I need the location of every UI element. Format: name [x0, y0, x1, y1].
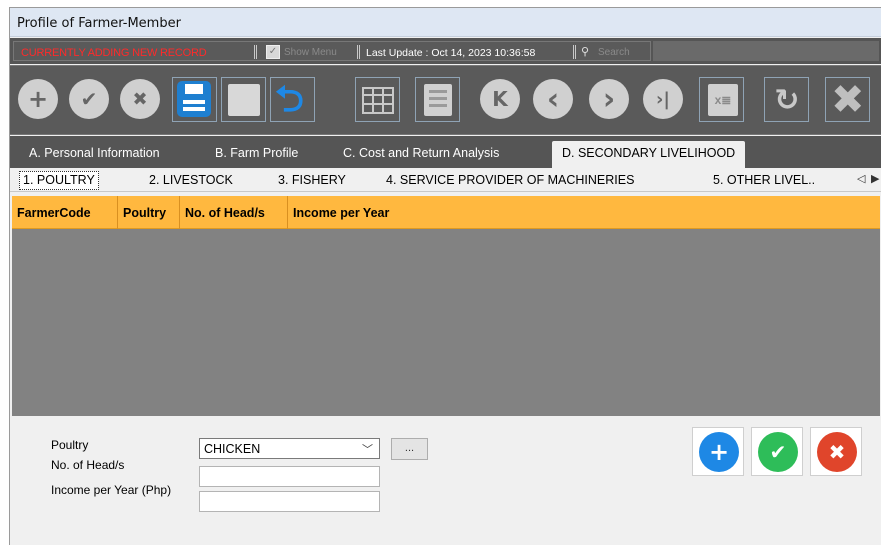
income-input[interactable] [199, 491, 380, 512]
window-title: Profile of Farmer-Member [17, 16, 181, 31]
last-update-label: Last Update : Oct 14, 2023 10:36:58 [366, 47, 536, 59]
cancel-entry-button[interactable]: ✖ [810, 427, 862, 476]
next-record-button[interactable]: › [587, 77, 632, 122]
toolbar: + ✔ ✖ ⮌ K ‹ › ›| x≣ ↻ ✖ [10, 65, 881, 135]
poultry-label: Poultry [51, 438, 89, 452]
form-icon [424, 84, 452, 116]
title-bar: Profile of Farmer-Member [10, 8, 881, 37]
separator [254, 45, 257, 59]
floppy-disk-icon [177, 81, 211, 117]
chevron-right-icon: › [589, 79, 629, 119]
tab-scroll-left-icon[interactable]: ◁ [857, 172, 865, 185]
income-label: Income per Year (Php) [51, 483, 172, 497]
chevron-down-icon[interactable]: ﹀ [362, 441, 373, 457]
last-arrow-icon: ›| [643, 79, 683, 119]
status-panel: CURRENTLY ADDING NEW RECORD ✓ Show Menu … [13, 41, 651, 61]
show-menu-label[interactable]: Show Menu [284, 47, 337, 58]
return-arrow-icon: ⮌ [275, 79, 304, 120]
excel-icon: x≣ [708, 84, 738, 116]
record-mode-label: CURRENTLY ADDING NEW RECORD [21, 47, 207, 59]
livelihood-subtabs: 1. POULTRY 2. LIVESTOCK 3. FISHERY 4. SE… [10, 168, 881, 192]
grid-header: FarmerCode Poultry No. of Head/s Income … [12, 196, 880, 229]
plus-icon: + [699, 432, 739, 472]
subtab-livestock[interactable]: 2. LIVESTOCK [149, 173, 233, 187]
heads-input[interactable] [199, 466, 380, 487]
status-panel-right [653, 41, 879, 61]
x-circle-icon: ✖ [120, 79, 160, 119]
first-record-button[interactable]: K [478, 77, 523, 122]
save-entry-button[interactable]: ✔ [751, 427, 803, 476]
close-icon: ✖ [831, 77, 865, 123]
plus-icon: + [18, 79, 58, 119]
separator [357, 45, 360, 59]
previous-record-button[interactable]: ‹ [531, 77, 576, 122]
subtab-fishery[interactable]: 3. FISHERY [278, 173, 346, 187]
column-header-heads[interactable]: No. of Head/s [180, 196, 288, 229]
save-as-button[interactable] [221, 77, 266, 122]
tab-personal-information[interactable]: A. Personal Information [29, 146, 160, 160]
chevron-left-icon: ‹ [533, 79, 573, 119]
grid-view-button[interactable] [355, 77, 400, 122]
refresh-icon: ↻ [774, 82, 800, 118]
undo-button[interactable]: ⮌ [270, 77, 315, 122]
check-icon: ✔ [758, 432, 798, 472]
subtab-other-livelihood[interactable]: 5. OTHER LIVEL.. [713, 173, 815, 187]
cancel-button[interactable]: ✖ [118, 77, 163, 122]
tab-secondary-livelihood[interactable]: D. SECONDARY LIVELIHOOD [552, 141, 746, 168]
close-icon: ✖ [817, 432, 857, 472]
poultry-select-value: CHICKEN [204, 442, 261, 456]
last-record-button[interactable]: ›| [641, 77, 686, 122]
main-tabs: A. Personal Information B. Farm Profile … [10, 136, 881, 168]
search-button[interactable]: Search [598, 47, 630, 58]
table-grid-icon [362, 87, 394, 114]
export-excel-button[interactable]: x≣ [699, 77, 744, 122]
tab-scroll-right-icon[interactable]: ▶ [871, 172, 879, 185]
binoculars-icon[interactable]: ⚲ [581, 45, 589, 58]
tab-farm-profile[interactable]: B. Farm Profile [215, 146, 298, 160]
poultry-select[interactable]: CHICKEN ﹀ [199, 438, 380, 459]
refresh-button[interactable]: ↻ [764, 77, 809, 122]
browse-poultry-button[interactable]: ... [391, 438, 428, 460]
show-menu-checkbox[interactable]: ✓ [266, 45, 280, 59]
column-header-farmercode[interactable]: FarmerCode [12, 196, 118, 229]
first-arrow-icon: K [480, 79, 520, 119]
floppy-disk-gray-icon [228, 84, 260, 116]
separator [573, 45, 576, 59]
add-entry-button[interactable]: + [692, 427, 744, 476]
poultry-grid[interactable]: FarmerCode Poultry No. of Head/s Income … [12, 196, 880, 416]
heads-label: No. of Head/s [51, 458, 125, 472]
check-icon: ✔ [69, 79, 109, 119]
form-view-button[interactable] [415, 77, 460, 122]
confirm-button[interactable]: ✔ [67, 77, 112, 122]
subtab-service-provider[interactable]: 4. SERVICE PROVIDER OF MACHINERIES [386, 173, 634, 187]
close-form-button[interactable]: ✖ [825, 77, 870, 122]
column-header-poultry[interactable]: Poultry [118, 196, 180, 229]
tab-cost-and-return[interactable]: C. Cost and Return Analysis [343, 146, 499, 160]
save-button[interactable] [172, 77, 217, 122]
farmer-profile-window: Profile of Farmer-Member CURRENTLY ADDIN… [9, 7, 881, 545]
add-record-button[interactable]: + [16, 77, 61, 122]
column-header-income[interactable]: Income per Year [288, 196, 880, 229]
status-bar: CURRENTLY ADDING NEW RECORD ✓ Show Menu … [10, 38, 881, 64]
subtab-poultry[interactable]: 1. POULTRY [19, 171, 99, 190]
poultry-entry-form: Poultry CHICKEN ﹀ ... No. of Head/s Inco… [10, 418, 881, 545]
